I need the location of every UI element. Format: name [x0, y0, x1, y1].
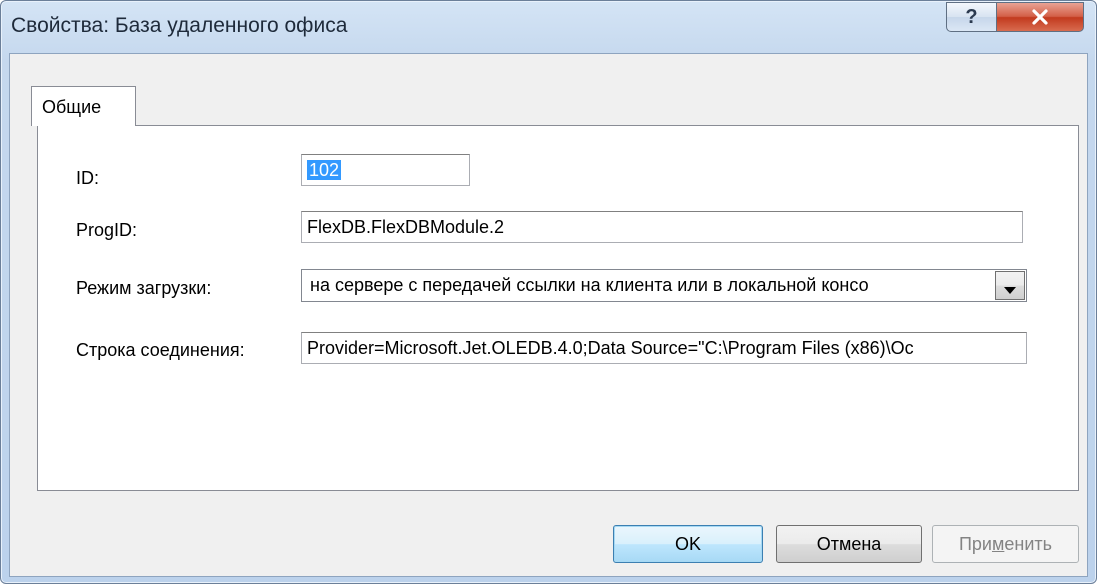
load-mode-select[interactable]: на сервере с передачей ссылки на клиента…	[301, 269, 1027, 302]
properties-dialog: Свойства: База удаленного офиса ? Общие …	[0, 0, 1097, 584]
ok-button[interactable]: OK	[613, 525, 763, 563]
apply-label-mnemonic: м	[992, 533, 1005, 554]
id-field-value: 102	[307, 160, 342, 180]
tab-panel-general	[37, 125, 1079, 491]
load-mode-value: на сервере с передачей ссылки на клиента…	[310, 275, 869, 295]
title-bar[interactable]: Свойства: База удаленного офиса ?	[1, 1, 1096, 53]
id-label: ID:	[76, 168, 100, 188]
progid-field[interactable]: FlexDB.FlexDBModule.2	[301, 211, 1023, 243]
progid-label: ProgID:	[76, 220, 138, 240]
tab-general[interactable]: Общие	[31, 86, 136, 126]
window-title: Свойства: База удаленного офиса	[11, 14, 348, 37]
help-button[interactable]: ?	[946, 2, 997, 32]
apply-button[interactable]: При м енить	[932, 525, 1079, 563]
connection-string-value: Provider=Microsoft.Jet.OLEDB.4.0;Data So…	[307, 338, 914, 358]
close-icon	[1030, 7, 1050, 27]
load-mode-label: Режим загрузки:	[76, 278, 212, 298]
close-button[interactable]	[996, 2, 1084, 32]
connection-string-label: Строка соединения:	[76, 340, 245, 360]
help-icon: ?	[965, 5, 978, 28]
tab-general-label: Общие	[42, 97, 102, 117]
load-mode-dropdown-button[interactable]	[995, 271, 1025, 300]
apply-label-pre: При	[958, 533, 992, 554]
connection-string-field[interactable]: Provider=Microsoft.Jet.OLEDB.4.0;Data So…	[301, 332, 1027, 364]
apply-label-post: енить	[1004, 533, 1053, 554]
id-field[interactable]: 102	[301, 154, 470, 186]
dropdown-arrow-icon	[1004, 282, 1016, 294]
cancel-button[interactable]: Отмена	[776, 525, 922, 563]
progid-field-value: FlexDB.FlexDBModule.2	[307, 217, 505, 237]
